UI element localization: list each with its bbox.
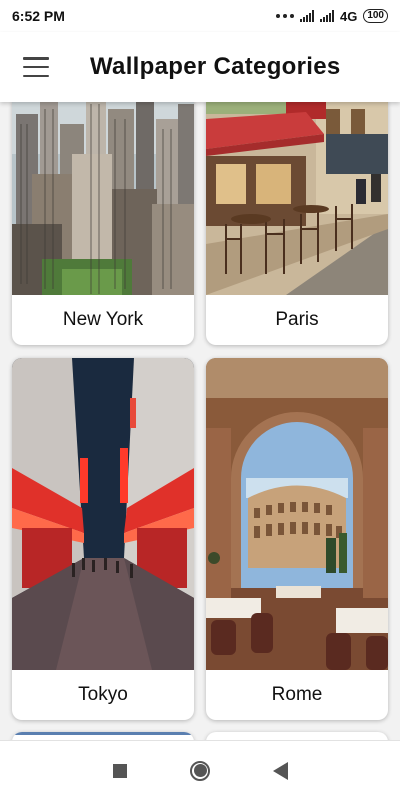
category-card-paris[interactable]: Paris [206,102,388,345]
category-card-partial-2[interactable] [206,732,388,740]
home-icon[interactable] [185,756,215,786]
category-label: New York [62,309,144,330]
category-card-tokyo[interactable]: Tokyo [12,358,194,720]
notification-dots-icon [275,14,294,18]
signal-strength-icon [299,10,314,22]
app-screen: 6:52 PM 4G 100 Wallpaper Categories New … [0,0,400,800]
status-time: 6:52 PM [12,8,65,24]
page-title: Wallpaper Categories [90,53,341,80]
recent-apps-icon[interactable] [105,756,135,786]
rome-colosseum-image [206,358,388,670]
category-card-rome[interactable]: Rome [206,358,388,720]
category-label: Tokyo [78,684,128,705]
system-nav-bar [0,740,400,800]
new-york-skyline-image [12,102,194,295]
partial-image-edge [12,732,194,735]
category-card-new-york[interactable]: New York [12,102,194,345]
battery-icon: 100 [363,9,388,23]
tokyo-neon-street-image [12,358,194,670]
app-bar: Wallpaper Categories [0,32,400,102]
back-icon[interactable] [265,756,295,786]
paris-cafe-image [206,102,388,295]
category-label: Rome [271,684,323,705]
status-indicators: 4G 100 [275,8,388,24]
category-label: Paris [275,309,319,330]
category-grid: New York Paris Tokyo Rome [0,102,400,740]
signal-strength-icon-2 [319,10,334,22]
status-bar: 6:52 PM 4G 100 [0,0,400,32]
category-card-partial[interactable] [12,732,194,740]
hamburger-menu-icon[interactable] [23,57,49,77]
network-type: 4G [339,8,358,24]
